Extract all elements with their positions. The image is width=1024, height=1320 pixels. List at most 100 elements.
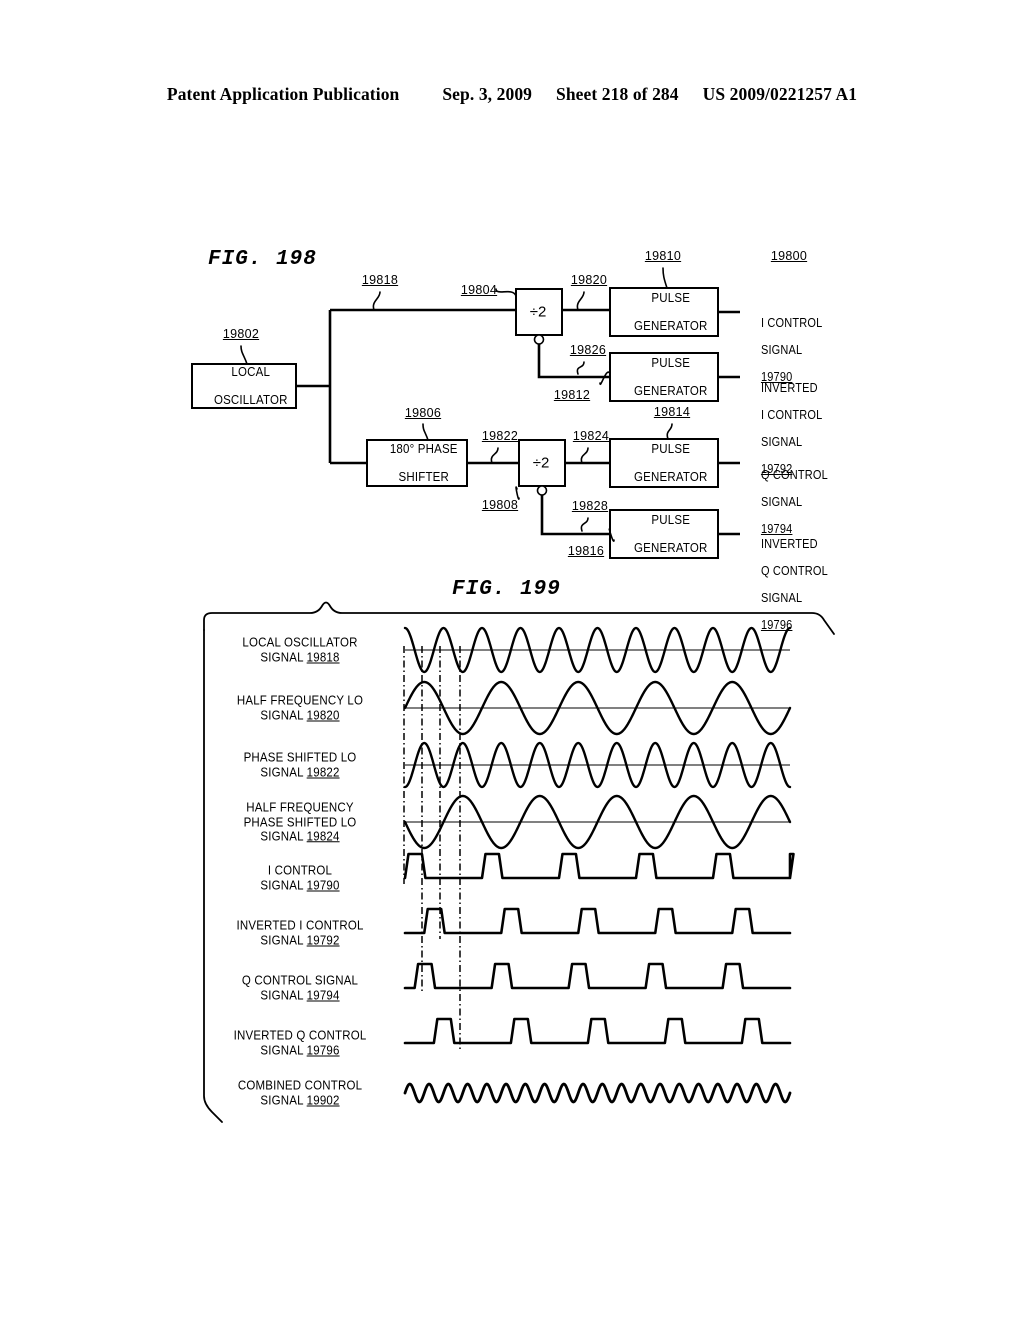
output-i-control-signal-line1: I CONTROL bbox=[760, 315, 823, 330]
block-pulse-generator-2-line1: PULSE bbox=[651, 356, 691, 370]
ref-local-oscillator: 19802 bbox=[222, 327, 260, 341]
wf-label-phase-shifted-lo-signal-line2: SIGNAL bbox=[260, 765, 307, 779]
output-q-control-signal-line2: SIGNAL bbox=[760, 494, 803, 509]
ref-net-inverted-half-freq-phase-shifted-lo: 19828 bbox=[571, 499, 609, 513]
wf-label-inverted-i-control-signal-ref: 19792 bbox=[306, 933, 340, 947]
inverted-output-bubble-divider-2 bbox=[536, 485, 548, 496]
wf-label-combined-control-signal: COMBINED CONTROL SIGNAL 19902 bbox=[238, 1079, 362, 1108]
wf-trace-inverted-i-control-signal bbox=[403, 907, 792, 935]
block-pulse-generator-4-line1: PULSE bbox=[651, 513, 691, 527]
leader-net-lo-signal bbox=[372, 291, 381, 311]
wf-label-combined-control-signal-line2: SIGNAL bbox=[260, 1093, 307, 1107]
output-inverted-q-control-signal-ref: 19796 bbox=[760, 617, 793, 632]
block-phase-shifter[interactable]: 180° PHASE SHIFTER bbox=[376, 428, 458, 498]
wf-label-half-frequency-phase-shifted-lo-signal-line2: PHASE SHIFTED LO bbox=[243, 814, 357, 829]
ref-divider-2: 19808 bbox=[481, 498, 519, 512]
wf-label-phase-shifted-lo-signal-line1: PHASE SHIFTED LO bbox=[243, 750, 357, 765]
wf-label-local-oscillator-signal: LOCAL OSCILLATOR SIGNAL 19818 bbox=[242, 636, 357, 665]
leader-net-half-freq-lo bbox=[576, 291, 585, 311]
block-local-oscillator[interactable]: LOCAL OSCILLATOR bbox=[200, 351, 287, 421]
wf-label-inverted-i-control-signal-line2: SIGNAL bbox=[260, 933, 307, 947]
wf-label-phase-shifted-lo-signal-ref: 19822 bbox=[306, 765, 340, 779]
output-inverted-q-control-signal: INVERTED Q CONTROL SIGNAL 19796 bbox=[748, 524, 828, 646]
wf-label-inverted-i-control-signal-line1: INVERTED I CONTROL bbox=[236, 918, 364, 933]
leader-net-half-freq-phase-shifted-lo bbox=[580, 447, 589, 464]
wf-label-half-frequency-phase-shifted-lo-signal-ref: 19824 bbox=[306, 829, 340, 844]
wf-label-q-control-signal-ref: 19794 bbox=[306, 988, 340, 1002]
wf-label-half-frequency-phase-shifted-lo-signal-line3: SIGNAL bbox=[260, 829, 307, 844]
ref-pulse-generator-2: 19812 bbox=[553, 388, 591, 402]
fig199-left-brace bbox=[203, 629, 223, 1123]
block-pulse-generator-1[interactable]: PULSE GENERATOR bbox=[621, 277, 708, 347]
output-inverted-i-control-signal-line2: I CONTROL bbox=[760, 407, 823, 422]
output-inverted-q-control-signal-line2: Q CONTROL bbox=[760, 563, 828, 578]
output-i-control-signal-line2: SIGNAL bbox=[760, 342, 803, 357]
block-pulse-generator-3-line2: GENERATOR bbox=[634, 470, 708, 484]
wf-label-q-control-signal: Q CONTROL SIGNAL SIGNAL 19794 bbox=[242, 974, 358, 1003]
wf-label-half-frequency-phase-shifted-lo-signal-line1: HALF FREQUENCY bbox=[246, 800, 354, 815]
wf-label-combined-control-signal-line1: COMBINED CONTROL bbox=[237, 1078, 363, 1093]
wf-label-combined-control-signal-ref: 19902 bbox=[306, 1093, 340, 1107]
wf-trace-i-control-signal bbox=[403, 852, 795, 880]
fig199-title: FIG. 199 bbox=[452, 578, 561, 601]
wf-label-inverted-q-control-signal: INVERTED Q CONTROL SIGNAL 19796 bbox=[234, 1029, 367, 1058]
wf-trace-q-control-signal bbox=[403, 962, 792, 990]
output-inverted-q-control-signal-line1: INVERTED bbox=[760, 536, 818, 551]
ref-pulse-generator-1: 19810 bbox=[644, 249, 682, 263]
block-pulse-generator-2-line2: GENERATOR bbox=[634, 384, 708, 398]
figure-vector-layer bbox=[191, 267, 835, 1123]
block-divider-2[interactable]: ÷2 bbox=[533, 455, 550, 472]
wf-label-inverted-q-control-signal-ref: 19796 bbox=[306, 1043, 340, 1057]
figure-area: FIG. 198 19800 19802 19806 19804 19808 1… bbox=[0, 0, 1024, 1320]
ref-net-phase-shifted-lo: 19822 bbox=[481, 429, 519, 443]
wf-label-i-control-signal: I CONTROL SIGNAL 19790 bbox=[260, 864, 339, 893]
block-phase-shifter-line2: SHIFTER bbox=[398, 470, 450, 484]
wf-trace-inverted-q-control-signal bbox=[403, 1017, 792, 1045]
fig198-title: FIG. 198 bbox=[208, 248, 317, 271]
ref-net-half-freq-phase-shifted-lo: 19824 bbox=[572, 429, 610, 443]
fig198-system-ref: 19800 bbox=[770, 249, 808, 263]
leader-divider-1 bbox=[495, 288, 517, 297]
leader-net-inverted-half-freq-phase-shifted-lo bbox=[580, 517, 589, 532]
wf-label-local-oscillator-signal-line2: SIGNAL bbox=[260, 650, 307, 664]
wf-label-half-frequency-phase-shifted-lo-signal: HALF FREQUENCY PHASE SHIFTED LO SIGNAL 198… bbox=[244, 800, 357, 844]
wf-label-i-control-signal-line1: I CONTROL bbox=[267, 863, 333, 878]
wf-label-i-control-signal-line2: SIGNAL bbox=[260, 878, 307, 892]
block-pulse-generator-2[interactable]: PULSE GENERATOR bbox=[621, 342, 708, 412]
block-pulse-generator-3-line1: PULSE bbox=[651, 442, 691, 456]
ref-phase-shifter: 19806 bbox=[404, 406, 442, 420]
output-inverted-q-control-signal-line3: SIGNAL bbox=[760, 590, 803, 605]
ref-net-lo-signal: 19818 bbox=[361, 273, 399, 287]
ref-divider-1: 19804 bbox=[460, 283, 498, 297]
leader-net-phase-shifted-lo bbox=[490, 447, 499, 464]
ref-net-inverted-half-freq-lo: 19826 bbox=[569, 343, 607, 357]
block-pulse-generator-4[interactable]: PULSE GENERATOR bbox=[621, 499, 708, 569]
output-q-control-signal-line1: Q CONTROL bbox=[760, 467, 828, 482]
wf-label-half-frequency-lo-signal-line2: SIGNAL bbox=[260, 708, 307, 722]
output-inverted-i-control-signal-line3: SIGNAL bbox=[760, 434, 803, 449]
wf-label-local-oscillator-signal-ref: 19818 bbox=[306, 650, 340, 664]
wf-label-inverted-q-control-signal-line2: SIGNAL bbox=[260, 1043, 307, 1057]
ref-net-half-freq-lo: 19820 bbox=[570, 273, 608, 287]
block-phase-shifter-line1: 180° PHASE bbox=[389, 442, 458, 456]
block-local-oscillator-line2: OSCILLATOR bbox=[213, 393, 288, 407]
block-pulse-generator-1-line1: PULSE bbox=[651, 291, 691, 305]
wf-label-half-frequency-lo-signal-ref: 19820 bbox=[306, 708, 340, 722]
wf-label-phase-shifted-lo-signal: PHASE SHIFTED LO SIGNAL 19822 bbox=[244, 751, 357, 780]
block-pulse-generator-3[interactable]: PULSE GENERATOR bbox=[621, 428, 708, 498]
leader-net-inverted-half-freq-lo bbox=[576, 361, 585, 375]
ref-pulse-generator-4: 19816 bbox=[567, 544, 605, 558]
wf-label-half-frequency-lo-signal-line1: HALF FREQUENCY LO bbox=[236, 693, 364, 708]
block-pulse-generator-1-line2: GENERATOR bbox=[634, 319, 708, 333]
wf-label-inverted-i-control-signal: INVERTED I CONTROL SIGNAL 19792 bbox=[236, 919, 363, 948]
block-pulse-generator-4-line2: GENERATOR bbox=[634, 541, 708, 555]
output-inverted-i-control-signal-line1: INVERTED bbox=[760, 380, 818, 395]
wf-label-half-frequency-lo-signal: HALF FREQUENCY LO SIGNAL 19820 bbox=[237, 694, 363, 723]
wf-label-inverted-q-control-signal-line1: INVERTED Q CONTROL bbox=[233, 1028, 367, 1043]
wf-label-i-control-signal-ref: 19790 bbox=[306, 878, 340, 892]
wf-label-local-oscillator-signal-line1: LOCAL OSCILLATOR bbox=[242, 635, 358, 650]
wf-label-q-control-signal-line1: Q CONTROL SIGNAL bbox=[241, 973, 359, 988]
block-local-oscillator-line1: LOCAL bbox=[231, 365, 271, 379]
block-divider-1[interactable]: ÷2 bbox=[530, 304, 547, 321]
inverted-output-bubble-divider-1 bbox=[533, 334, 545, 345]
